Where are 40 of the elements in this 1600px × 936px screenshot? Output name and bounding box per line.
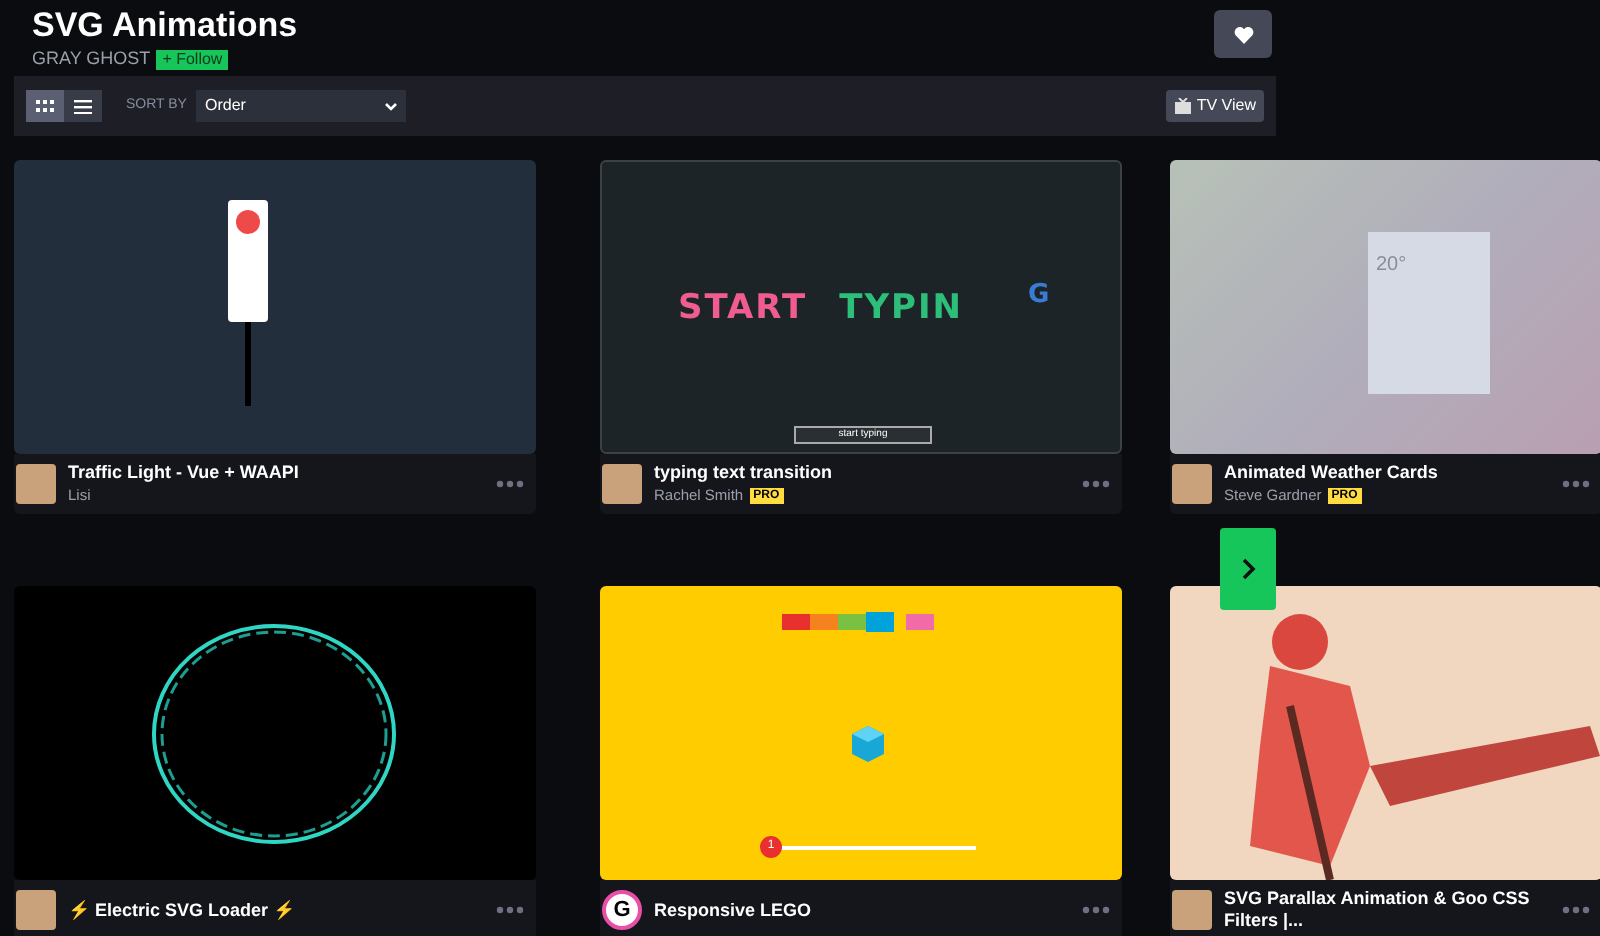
follow-button[interactable]: + Follow <box>156 49 229 70</box>
heart-button[interactable] <box>1214 10 1272 58</box>
list-icon <box>74 99 92 113</box>
sort-dropdown[interactable]: Order <box>196 90 407 122</box>
list-view-button[interactable] <box>64 90 102 122</box>
next-button[interactable] <box>1220 528 1276 610</box>
preview-panel[interactable] <box>14 586 536 880</box>
avatar-icon <box>1172 464 1212 504</box>
owner-name: GRAY GHOST <box>32 46 151 72</box>
card-title[interactable]: Traffic Light - Vue + WAAPI <box>68 461 484 484</box>
chevron-right-icon <box>1241 558 1255 580</box>
card-title[interactable]: typing text transition <box>654 461 1070 484</box>
tv-icon <box>1174 98 1193 114</box>
chevron-icon <box>384 101 399 111</box>
card-title[interactable]: SVG Parallax Animation & Goo CSS Filters |... <box>1224 888 1550 932</box>
more-icon[interactable] <box>496 906 524 914</box>
avatar-icon <box>16 890 56 930</box>
more-icon[interactable] <box>1562 906 1590 914</box>
card-title[interactable]: Responsive LEGO <box>654 899 1070 921</box>
more-icon[interactable] <box>1562 480 1590 488</box>
tv-view-button[interactable]: TV View <box>1166 90 1264 122</box>
more-icon[interactable] <box>1082 480 1110 488</box>
page-title: SVG Animations <box>32 6 298 46</box>
card-title[interactable]: Animated Weather Cards <box>1224 461 1550 484</box>
heart-icon <box>1233 25 1253 43</box>
grid-view-button[interactable] <box>26 90 64 122</box>
temperature-text: 20° <box>1376 254 1407 276</box>
grid-icon <box>36 100 54 112</box>
more-icon[interactable] <box>496 480 524 488</box>
cube-icon <box>852 726 884 762</box>
word-text: START <box>678 286 808 332</box>
card-title[interactable]: ⚡ Electric SVG Loader ⚡ <box>68 899 484 921</box>
more-icon[interactable] <box>1082 906 1110 914</box>
word-text: TYPIN <box>839 286 964 332</box>
letter-text: G <box>1028 278 1050 314</box>
avatar-icon <box>1172 890 1212 930</box>
avatar-icon: G <box>602 890 642 930</box>
preview-panel[interactable] <box>14 160 536 454</box>
avatar-icon <box>602 464 642 504</box>
avatar-icon <box>16 464 56 504</box>
